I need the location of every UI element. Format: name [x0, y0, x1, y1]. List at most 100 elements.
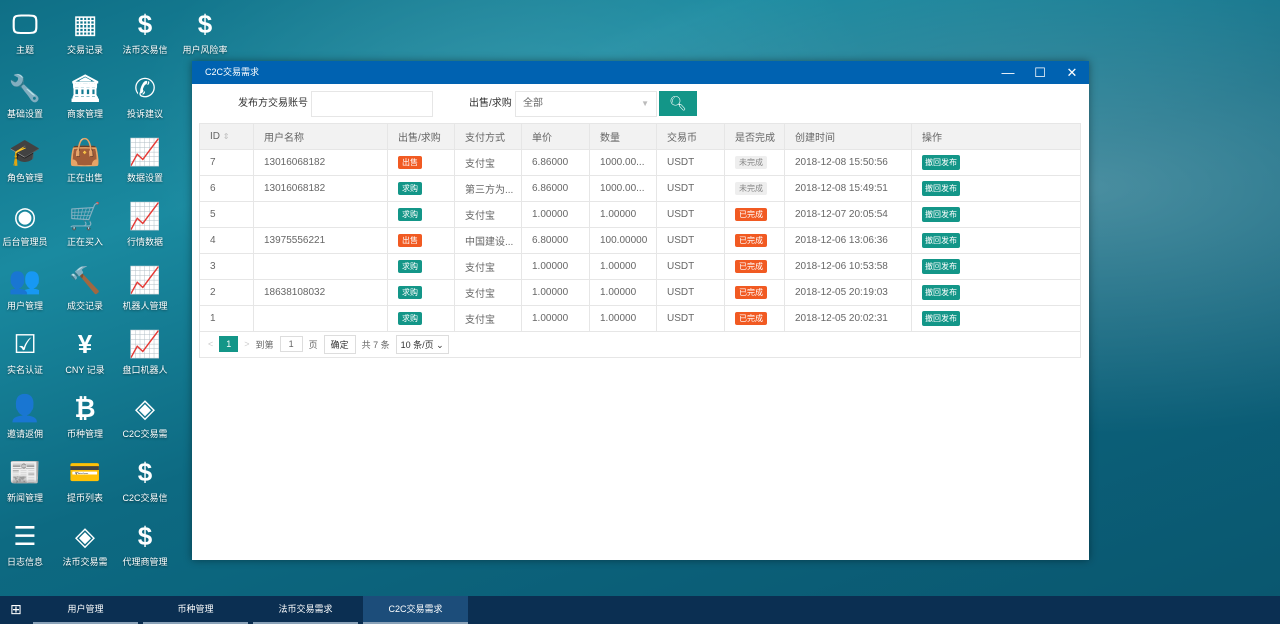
desktop-icon[interactable]: 🏛 商家管理	[55, 73, 115, 120]
taskbar-tab[interactable]: 币种管理	[143, 596, 248, 624]
desktop-icon[interactable]: 🔧 基础设置	[0, 73, 55, 120]
cell-action: 撤回发布	[911, 149, 1081, 176]
withdraw-button[interactable]: 撤回发布	[922, 207, 960, 222]
cell-price: 1.00000	[521, 253, 590, 280]
cell-user: 13016068182	[253, 175, 388, 202]
desktop-icon-label: C2C交易信	[122, 493, 168, 503]
cell-pay: 支付宝	[454, 149, 522, 176]
column-header: 数量	[589, 123, 657, 150]
table-row: 5 求购 支付宝 1.00000 1.00000 USDT 已完成 2018-1…	[199, 201, 1081, 228]
desktop-icon[interactable]: ₿ 币种管理	[55, 393, 115, 440]
desktop-icon[interactable]: ☰ 日志信息	[0, 521, 55, 568]
maximize-button[interactable]: ☐	[1024, 61, 1056, 84]
withdraw-button[interactable]: 撤回发布	[922, 311, 960, 326]
minimize-button[interactable]: —	[992, 61, 1024, 84]
desktop-icon[interactable]: 🖵 主题	[0, 9, 55, 56]
cell-coin: USDT	[656, 227, 725, 254]
line-chart-icon: 📈	[128, 201, 162, 231]
taskbar: ⊞ 用户管理 币种管理 法币交易需求 C2C交易需求	[0, 596, 1280, 624]
desktop-icon[interactable]: 📈 机器人管理	[115, 265, 175, 312]
desktop-icon[interactable]: 🛒 正在买入	[55, 201, 115, 248]
account-label: 发布方交易账号	[238, 98, 308, 109]
next-page-button[interactable]: >	[244, 339, 249, 349]
desktop-icon[interactable]: $ 用户风险率	[175, 9, 235, 56]
confirm-button[interactable]: 确定	[323, 334, 356, 354]
account-input[interactable]	[311, 91, 433, 117]
withdraw-button[interactable]: 撤回发布	[922, 233, 960, 248]
windows-icon[interactable]: ⊞	[10, 601, 22, 618]
desktop-icon[interactable]: $ C2C交易信	[115, 457, 175, 504]
desktop-icon[interactable]: 👥 用户管理	[0, 265, 55, 312]
column-header: 操作	[911, 123, 1081, 150]
desktop-icon[interactable]: 👤 邀请返佣	[0, 393, 55, 440]
chevron-down-icon: ⌄	[436, 339, 444, 350]
desktop-icon-label: 币种管理	[66, 429, 103, 439]
cell-time: 2018-12-08 15:50:56	[784, 149, 912, 176]
desktop-icon[interactable]: ◉ 后台管理员	[0, 201, 55, 248]
shopping-bag-icon: 👜	[68, 137, 102, 167]
taskbar-tab[interactable]: 法币交易需求	[253, 596, 358, 624]
withdraw-button[interactable]: 撤回发布	[922, 285, 960, 300]
cell-pay: 支付宝	[454, 253, 522, 280]
cell-action: 撤回发布	[911, 175, 1081, 202]
column-header[interactable]: ID ⇕	[199, 123, 254, 150]
withdraw-button[interactable]: 撤回发布	[922, 259, 960, 274]
desktop-icon-label: 实名认证	[6, 365, 43, 375]
withdraw-button[interactable]: 撤回发布	[922, 181, 960, 196]
desktop-icon[interactable]: 📰 新闻管理	[0, 457, 55, 504]
cell-id: 1	[199, 305, 254, 332]
desktop-icon[interactable]: ▦ 交易记录	[55, 9, 115, 56]
close-button[interactable]: ✕	[1056, 61, 1088, 84]
desktop-icon-label: 商家管理	[66, 109, 103, 119]
desktop-icon[interactable]: $ 法币交易信	[115, 9, 175, 56]
line-chart-icon: 📈	[128, 137, 162, 167]
goto-page-input[interactable]: 1	[279, 336, 303, 352]
desktop-icon[interactable]: 📈 数据设置	[115, 137, 175, 184]
cell-status: 已完成	[724, 201, 785, 228]
desktop-icon-label: CNY 记录	[65, 365, 105, 375]
desktop-icon[interactable]: 🔨 成交记录	[55, 265, 115, 312]
status-badge: 已完成	[735, 208, 767, 221]
prev-page-button[interactable]: <	[208, 339, 213, 349]
desktop-icon[interactable]: 📈 行情数据	[115, 201, 175, 248]
cell-type: 求购	[387, 305, 455, 332]
desktop-icon[interactable]: ✆ 投诉建议	[115, 73, 175, 120]
desktop-icon[interactable]: ☑ 实名认证	[0, 329, 55, 376]
cell-coin: USDT	[656, 279, 725, 306]
cell-action: 撤回发布	[911, 227, 1081, 254]
page-1-button[interactable]: 1	[219, 336, 239, 352]
desktop-icon[interactable]: ◈ C2C交易需	[115, 393, 175, 440]
cell-status: 已完成	[724, 279, 785, 306]
table-row: 7 13016068182 出售 支付宝 6.86000 1000.00... …	[199, 149, 1081, 176]
status-badge: 已完成	[735, 260, 767, 273]
withdraw-button[interactable]: 撤回发布	[922, 155, 960, 170]
status-badge: 已完成	[735, 286, 767, 299]
window-titlebar[interactable]: C2C交易需求 — ☐ ✕	[192, 61, 1089, 84]
cell-action: 撤回发布	[911, 201, 1081, 228]
desktop-icon[interactable]: 👜 正在出售	[55, 137, 115, 184]
desktop-icon[interactable]: ◈ 法币交易需	[55, 521, 115, 568]
newspaper-icon: 📰	[8, 457, 42, 487]
cell-time: 2018-12-06 10:53:58	[784, 253, 912, 280]
cell-id: 4	[199, 227, 254, 254]
page-size-select[interactable]: 10 条/页 ⌄	[395, 334, 449, 354]
desktop-icon[interactable]: ¥ CNY 记录	[55, 329, 115, 376]
type-select[interactable]: 全部 ▼	[515, 91, 657, 117]
taskbar-tab[interactable]: C2C交易需求	[363, 596, 468, 624]
cell-coin: USDT	[656, 305, 725, 332]
cell-status: 已完成	[724, 253, 785, 280]
bitcoin-icon: ₿	[74, 393, 96, 423]
taskbar-tab[interactable]: 用户管理	[33, 596, 138, 624]
desktop-icon[interactable]: 🎓 角色管理	[0, 137, 55, 184]
cell-id: 3	[199, 253, 254, 280]
desktop-icon-label: 成交记录	[66, 301, 103, 311]
cell-user	[253, 305, 388, 332]
dollar-icon: $	[197, 9, 213, 39]
search-button[interactable]: 🔍︎	[659, 91, 697, 116]
desktop-icon[interactable]: $ 代理商管理	[115, 521, 175, 568]
cell-type: 出售	[387, 227, 455, 254]
desktop-icon[interactable]: 💳 提币列表	[55, 457, 115, 504]
sort-icon[interactable]: ⇕	[223, 132, 230, 141]
desktop-icon[interactable]: 📈 盘口机器人	[115, 329, 175, 376]
column-header: 用户名称	[253, 123, 388, 150]
